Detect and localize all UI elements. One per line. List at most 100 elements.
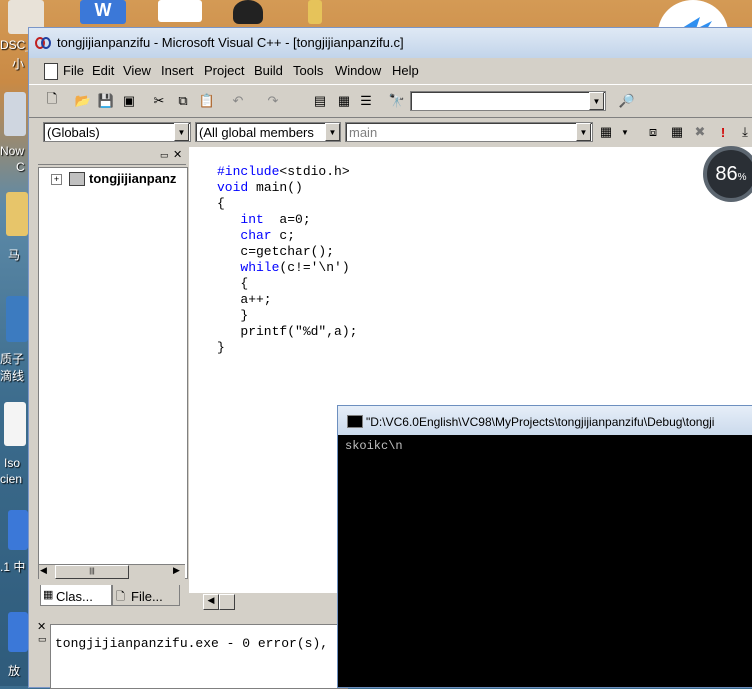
doc-icon <box>44 63 58 80</box>
scroll-thumb[interactable]: ||| <box>55 565 129 579</box>
menu-help[interactable]: Help <box>392 63 419 78</box>
code-line: while(c!='\n') <box>240 260 350 275</box>
wizard-dropdown-icon[interactable]: ▼ <box>615 122 635 142</box>
desktop-label-xiao: 小 <box>12 57 25 71</box>
keyword-char: char <box>240 228 272 243</box>
title-bar[interactable]: tongjijianpanzifu - Microsoft Visual C++… <box>29 28 752 58</box>
menu-file[interactable]: File <box>63 63 84 78</box>
code-area[interactable]: #include<stdio.h> void main(){ int a=0; c… <box>217 148 357 388</box>
console-output: skoikc\n <box>345 439 403 453</box>
wizard-action-icon[interactable]: ▦ <box>596 122 616 142</box>
menu-edit[interactable]: Edit <box>92 63 114 78</box>
keyword-int: int <box>240 212 264 227</box>
desktop-label-dsc: DSC_ <box>0 38 28 52</box>
cut-icon[interactable]: ✂ <box>149 91 169 111</box>
window-list-icon[interactable]: ☰ <box>356 91 376 111</box>
scroll-right-icon[interactable]: ▶ <box>173 565 180 576</box>
save-all-icon[interactable]: ▣ <box>119 91 139 111</box>
function-combo-arrow[interactable]: ▼ <box>576 123 591 141</box>
tree-item-project[interactable]: tongjijianpanz <box>89 171 176 186</box>
find-in-files-icon[interactable]: 🔭 <box>387 91 407 111</box>
redo-icon[interactable]: ↷ <box>263 91 283 111</box>
workspace-tree <box>38 167 188 579</box>
vc-app-icon <box>35 36 51 50</box>
undo-icon[interactable]: ↶ <box>228 91 248 111</box>
desktop-label-zhong: .1 中 <box>0 560 26 574</box>
new-file-icon[interactable]: 🗋 <box>42 91 62 111</box>
members-combo-arrow[interactable]: ▼ <box>325 123 340 141</box>
desktop-label-dixian: 滴线 <box>0 369 25 383</box>
stop-build-icon[interactable]: ✖ <box>690 122 710 142</box>
build-icon[interactable]: ▦ <box>667 122 687 142</box>
desktop-app-icon[interactable] <box>4 92 26 136</box>
find-combo[interactable] <box>410 91 606 111</box>
classview-icon: ▦ <box>43 589 54 601</box>
compile-icon[interactable]: ⧈ <box>643 122 663 142</box>
output-icon[interactable]: ▦ <box>334 91 354 111</box>
desktop-pdf-icon[interactable] <box>4 402 26 446</box>
menu-window[interactable]: Window <box>335 63 381 78</box>
copy-icon[interactable]: ⧉ <box>173 91 193 111</box>
tree-expand-icon[interactable]: + <box>51 174 62 185</box>
output-text: tongjijianpanzifu.exe - 0 error(s), <box>55 636 329 651</box>
paste-icon[interactable]: 📋 <box>197 91 217 111</box>
desktop-word-icon[interactable] <box>8 510 28 550</box>
desktop-label-c: C <box>16 160 25 174</box>
desktop-label-ma: 马 <box>8 248 21 262</box>
go-icon[interactable]: ⤓ <box>735 122 752 142</box>
desktop-folder-icon[interactable] <box>6 192 28 236</box>
workspace-restore-icon[interactable]: ▭ <box>160 150 169 161</box>
find-combo-arrow[interactable]: ▼ <box>589 92 604 110</box>
desktop-doc-icon[interactable] <box>158 0 202 22</box>
tab-fileview-label: File... <box>131 589 163 604</box>
badge-unit: % <box>737 171 747 183</box>
desktop-label-cien: cien <box>0 472 23 486</box>
code-line: printf("%d",a); <box>217 324 358 339</box>
save-icon[interactable]: 💾 <box>96 91 116 111</box>
memory-usage-badge[interactable]: 86% <box>703 146 752 202</box>
code-line: c=getchar(); <box>217 244 335 259</box>
menu-tools[interactable]: Tools <box>293 63 323 78</box>
execute-icon[interactable]: ! <box>713 122 733 142</box>
code-line: { <box>217 196 225 211</box>
find-icon[interactable]: 🔎 <box>617 91 637 111</box>
window-title: tongjijianpanzifu - Microsoft Visual C++… <box>57 35 404 50</box>
menu-insert[interactable]: Insert <box>161 63 194 78</box>
scope-combo[interactable]: (Globals) <box>43 122 191 142</box>
menu-build[interactable]: Build <box>254 63 283 78</box>
include-target: <stdio.h> <box>279 164 350 179</box>
menu-project[interactable]: Project <box>204 63 244 78</box>
code-line: a++; <box>217 292 272 307</box>
preprocessor-keyword: #include <box>217 164 280 179</box>
keyword-void: void <box>217 180 249 195</box>
workspace-icon[interactable]: ▤ <box>310 91 330 111</box>
scope-combo-arrow[interactable]: ▼ <box>174 123 189 141</box>
code-line: #include<stdio.h> <box>217 164 357 180</box>
output-restore-icon[interactable]: ▭ <box>38 634 47 645</box>
console-title-bar[interactable]: "D:\VC6.0English\VC98\MyProjects\tongjij… <box>338 406 752 435</box>
output-pane <box>50 624 348 689</box>
desktop-label-iso: Iso <box>4 456 21 470</box>
code-line: { <box>217 276 249 291</box>
scroll-left-icon[interactable]: ◀ <box>40 565 47 576</box>
desktop-cad-icon[interactable] <box>6 296 28 342</box>
editor-scroll-left-icon[interactable]: ◀ <box>203 594 219 610</box>
console-app-icon <box>347 415 363 428</box>
code-line: } <box>217 340 225 355</box>
output-close-icon[interactable]: ✕ <box>37 620 46 633</box>
open-icon[interactable]: 📂 <box>73 91 93 111</box>
code-line: void main() <box>217 180 303 195</box>
console-title: "D:\VC6.0English\VC98\MyProjects\tongjij… <box>366 415 715 429</box>
desktop-word-icon-2[interactable] <box>8 612 28 652</box>
editor-scroll-thumb[interactable] <box>219 594 235 610</box>
desktop-file-icon[interactable] <box>308 0 322 24</box>
code-line: } <box>217 308 249 323</box>
members-combo[interactable]: (All global members <box>195 122 341 142</box>
desktop-qq-icon[interactable] <box>233 0 263 24</box>
badge-value: 86 <box>715 162 738 185</box>
menu-view[interactable]: View <box>123 63 151 78</box>
desktop-wps-icon[interactable]: W <box>80 0 126 24</box>
function-combo[interactable]: main <box>345 122 593 142</box>
workspace-close-icon[interactable]: ✕ <box>173 148 182 161</box>
console-window: "D:\VC6.0English\VC98\MyProjects\tongjij… <box>337 405 752 688</box>
